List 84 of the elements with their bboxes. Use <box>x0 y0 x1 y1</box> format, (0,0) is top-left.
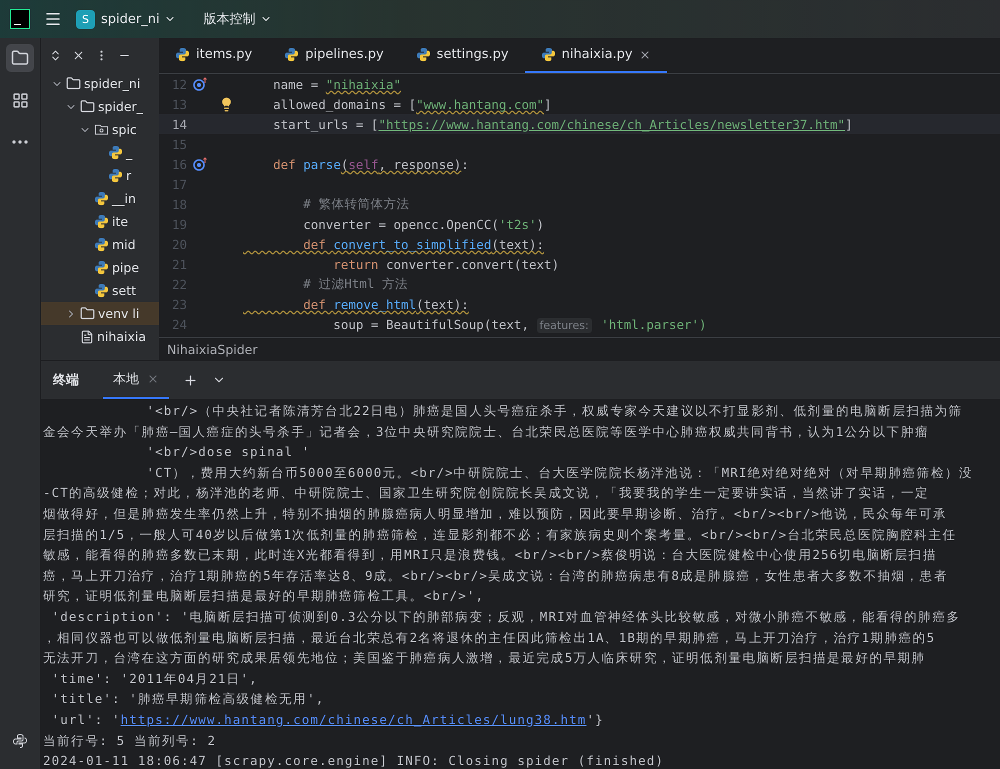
terminal-line: 无法开刀，台湾在这方面的研究成果居领先地位；美国鉴于肺癌病人激增，最近完成5万人临床研究，证明低剂量电脑断层扫描是最好的早期肺 <box>43 649 927 668</box>
code-line: def convert_to_simplified(text): <box>302 236 544 252</box>
code-line: allowed_domains = ["www.hantang.com"] <box>272 96 552 112</box>
lightbulb-icon[interactable] <box>219 96 234 112</box>
terminal-line: 烟做得好，但是肺癌发生率仍然上升，特别不抽烟的肺腺癌病人明显增加，难以预防，因此要早期诊断、治疗。<br/><br/>他说，民众每年可承 <box>43 504 948 523</box>
python-file-icon <box>108 145 123 160</box>
terminal-text: '} <box>586 710 604 729</box>
vcs-menu[interactable]: 版本控制 <box>204 10 272 28</box>
close-icon[interactable] <box>147 373 159 385</box>
python-file-icon <box>94 260 109 275</box>
add-icon[interactable] <box>183 372 198 388</box>
terminal-line: -CT的高级健检；对此，杨泮池的老师、中研院院士、国家卫生研究院创院院长吴成文说，「我要我的学生一定要讲实话，当然讲了实话，一定 <box>43 484 930 502</box>
breadcrumb[interactable]: NihaixiaSpider <box>167 342 258 356</box>
editor-tab[interactable]: pipelines.py <box>268 38 400 73</box>
python-file-icon <box>94 283 109 298</box>
terminal-line: 金会今天举办「肺癌—国人癌症的头号杀手」记者会，3位中央研究院院士、台北荣民总医院等医学中心肺癌权威共同背书，认为1公分以下肿瘤 <box>43 422 930 441</box>
terminal-line: 'time': '2011年04月21日', <box>50 670 259 688</box>
code-line: converter = opencc.OpenCC('t2s') <box>302 216 544 232</box>
more-icon <box>12 140 28 144</box>
python-file-icon <box>94 237 109 252</box>
tree-item[interactable]: spider_ni <box>41 72 159 95</box>
code-line: start_urls = ["https://www.hantang.com/chinese/ch_Articles/newsletter37.htm"] <box>272 116 853 132</box>
tree-item[interactable]: spic <box>41 118 159 141</box>
editor-tab[interactable]: nihaixia.py <box>524 38 667 73</box>
line-number: 14 <box>170 116 187 132</box>
terminal-line: 2024-01-11 18:06:47 [scrapy.core.engine] INFO: Closing spider (finished) <box>43 752 666 769</box>
terminal-line: '<br/>（中央社记者陈清芳台北22日电）肺癌是国人头号癌症杀手，权威专家今天建议以不打显影剂、低剂量的电脑断层扫描为筛 <box>146 402 964 420</box>
terminal-line: 'title': '肺癌早期筛检高级健检无用', <box>50 690 326 708</box>
tree-item[interactable]: sett <box>41 279 159 302</box>
tree-item[interactable]: __in <box>41 187 159 210</box>
python-file-icon <box>94 214 109 229</box>
app-logo-icon[interactable] <box>10 9 30 29</box>
folder-icon <box>80 99 95 114</box>
tree-item[interactable]: _ <box>41 141 159 164</box>
menu-icon[interactable] <box>44 10 62 28</box>
tree-item[interactable]: pipe <box>41 256 159 279</box>
terminal-line: 敏感，能看得的肺癌多数已末期，此时连X光都看得到，用MRI只是浪费钱。<br/><br/>蔡俊明说：台大医院健检中心使用256切电脑断层扫描 <box>43 546 938 564</box>
folder-icon <box>80 306 95 321</box>
override-marker-icon <box>193 77 209 91</box>
python-file-icon <box>416 47 431 62</box>
python-file-icon <box>175 47 190 62</box>
close-icon[interactable] <box>638 48 651 60</box>
terminal-line: 研究，证明低剂量电脑断层扫描是最好的早期肺癌筛检工具。<br/>', <box>43 587 486 606</box>
grid-icon <box>12 92 28 108</box>
tree-item[interactable]: nihaixia <box>41 325 159 348</box>
collapse-all-icon[interactable] <box>72 48 85 62</box>
project-selector[interactable]: spider_ni <box>101 12 176 26</box>
package-folder-icon <box>94 122 109 137</box>
terminal-line: ，相同仪器也可以做低剂量电脑断层扫描，最近台北荣总有2名将退休的主任因此筛检出1A、1B期的早期肺癌，马上开刀治疗，治疗1期肺癌的5 <box>43 628 936 647</box>
terminal-title: 终端 <box>53 372 79 389</box>
editor-tab[interactable]: items.py <box>159 38 268 73</box>
text-file-icon <box>80 330 94 344</box>
terminal-line: 癌，马上开刀治疗，治疗1期肺癌的5年存活率达8、9成。<br/><br/>吴成文说：台湾的肺癌病患有8成是肺腺癌，女性患者大多数不抽烟，患者 <box>43 566 949 585</box>
tree-item[interactable]: ite <box>41 210 159 233</box>
terminal-line: 层扫描的1/5，一般人可40岁以后做第1次低剂量的肺癌筛检，连显影剂都不必；有家族病史则个案考量。<br/><br/>台北荣民总医院胸腔科主任 <box>43 526 958 544</box>
python-file-icon <box>94 191 109 206</box>
code-line: return converter.convert(text) <box>332 256 560 272</box>
terminal-line: '<br/>dose spinal ' <box>146 443 312 462</box>
terminal-line: 'description': '电脑断层扫描可侦测到0.3公分以下的肺部病变；反观，MRI对血管神经体头比较敏感，对微小肺癌不敏感，能看得的肺癌多 <box>50 608 962 626</box>
code-line: # 过滤Html 方法 <box>302 276 408 292</box>
code-line: def remove_html(text): <box>302 296 469 312</box>
terminal-line: 'CT），费用大约新台币5000至6000元。<br/>中研院院士、台大医学院院长杨泮池说：「MRI绝对绝对绝对（对早期肺癌筛检）没 <box>146 464 974 482</box>
terminal-link[interactable]: https://www.hantang.com/chinese/ch_Articles/lung38.htm <box>120 710 586 730</box>
terminal-line: 当前行号: 5 当前列号: 2 <box>43 732 218 750</box>
terminal-text: 'url': ' <box>50 710 121 729</box>
code-line: soup = BeautifulSoup(text, features: 'html.parser') <box>332 316 707 332</box>
tree-item[interactable]: r <box>41 164 159 187</box>
code-line: def parse(self, response): <box>272 156 469 172</box>
project-badge: S <box>76 10 95 28</box>
terminal-tab[interactable]: 本地 <box>103 361 169 399</box>
tree-item[interactable]: spider_ <box>41 95 159 118</box>
python-file-icon <box>540 47 556 62</box>
python-file-icon <box>108 168 123 183</box>
python-file-icon <box>284 47 300 62</box>
python-icon <box>12 733 28 749</box>
code-line: name = "nihaixia" <box>272 76 402 92</box>
code-line: # 繁体转简体方法 <box>302 196 410 212</box>
folder-icon <box>66 76 81 91</box>
project-tool-button[interactable] <box>6 44 34 72</box>
tree-item[interactable]: venv li <box>41 302 159 325</box>
tree-item[interactable]: mid <box>41 233 159 256</box>
folder-icon <box>11 49 29 67</box>
override-marker-icon <box>193 157 209 171</box>
editor-tab[interactable]: settings.py <box>400 38 525 73</box>
